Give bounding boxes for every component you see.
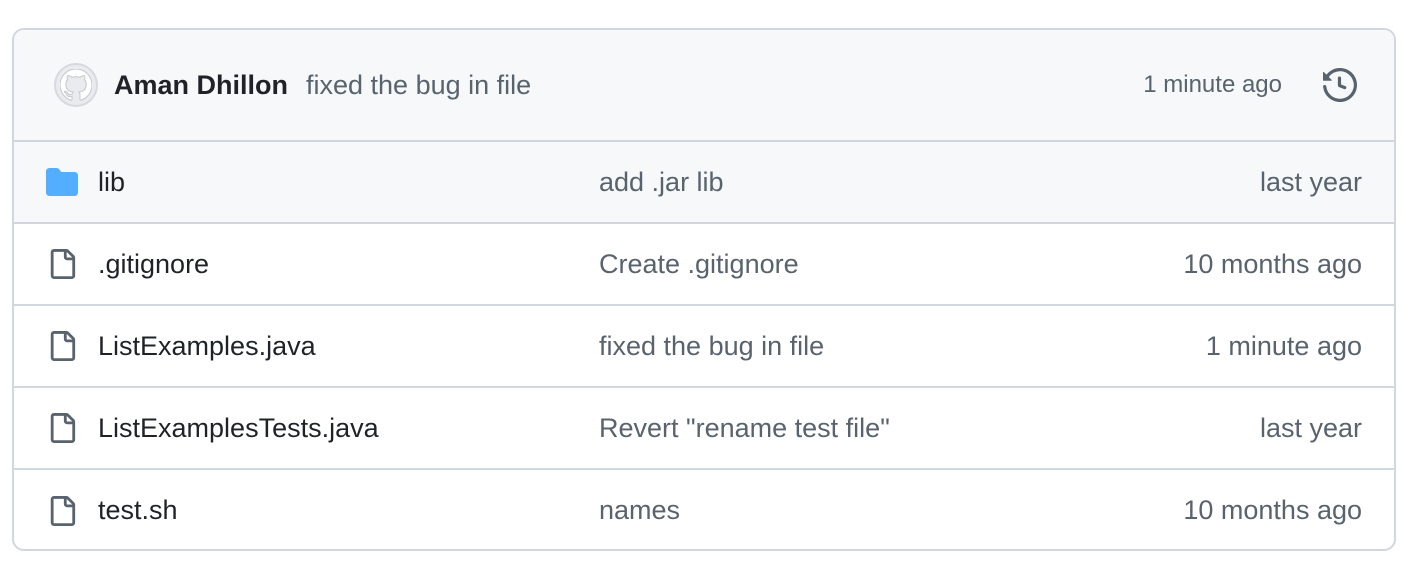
file-row-testsh[interactable]: test.sh names 10 months ago	[14, 470, 1394, 549]
file-commit-message[interactable]: names	[599, 495, 680, 526]
file-icon	[44, 246, 80, 282]
file-icon	[44, 410, 80, 446]
folder-icon	[44, 164, 80, 200]
avatar[interactable]	[54, 63, 98, 107]
file-commit-time: last year	[1259, 412, 1362, 443]
file-name[interactable]: ListExamples.java	[98, 331, 316, 362]
file-name[interactable]: .gitignore	[98, 249, 209, 280]
latest-commit-header: Aman Dhillon fixed the bug in file 1 min…	[14, 30, 1394, 142]
file-row-listexamples[interactable]: ListExamples.java fixed the bug in file …	[14, 306, 1394, 388]
file-commit-time: 10 months ago	[1183, 248, 1362, 279]
file-browser-panel: Aman Dhillon fixed the bug in file 1 min…	[12, 28, 1396, 551]
file-commit-time: 1 minute ago	[1205, 330, 1362, 361]
file-name[interactable]: lib	[98, 167, 125, 198]
file-commit-message[interactable]: fixed the bug in file	[599, 331, 824, 362]
file-name[interactable]: ListExamplesTests.java	[98, 413, 379, 444]
file-icon	[44, 493, 80, 529]
file-commit-time: 10 months ago	[1183, 495, 1362, 525]
file-row-lib[interactable]: lib add .jar lib last year	[14, 142, 1394, 224]
file-row-gitignore[interactable]: .gitignore Create .gitignore 10 months a…	[14, 224, 1394, 306]
commit-message[interactable]: fixed the bug in file	[306, 70, 531, 101]
file-commit-message[interactable]: add .jar lib	[599, 167, 724, 198]
history-button[interactable]	[1320, 65, 1360, 105]
file-icon	[44, 328, 80, 364]
commit-author[interactable]: Aman Dhillon	[114, 70, 288, 101]
file-commit-message[interactable]: Create .gitignore	[599, 249, 799, 280]
history-icon	[1323, 68, 1357, 102]
commit-time: 1 minute ago	[1143, 71, 1282, 98]
file-name[interactable]: test.sh	[98, 495, 178, 526]
file-commit-time: last year	[1259, 166, 1362, 197]
github-octocat-icon	[60, 69, 92, 101]
file-row-listexamplestests[interactable]: ListExamplesTests.java Revert "rename te…	[14, 388, 1394, 470]
file-commit-message[interactable]: Revert "rename test file"	[599, 413, 890, 444]
